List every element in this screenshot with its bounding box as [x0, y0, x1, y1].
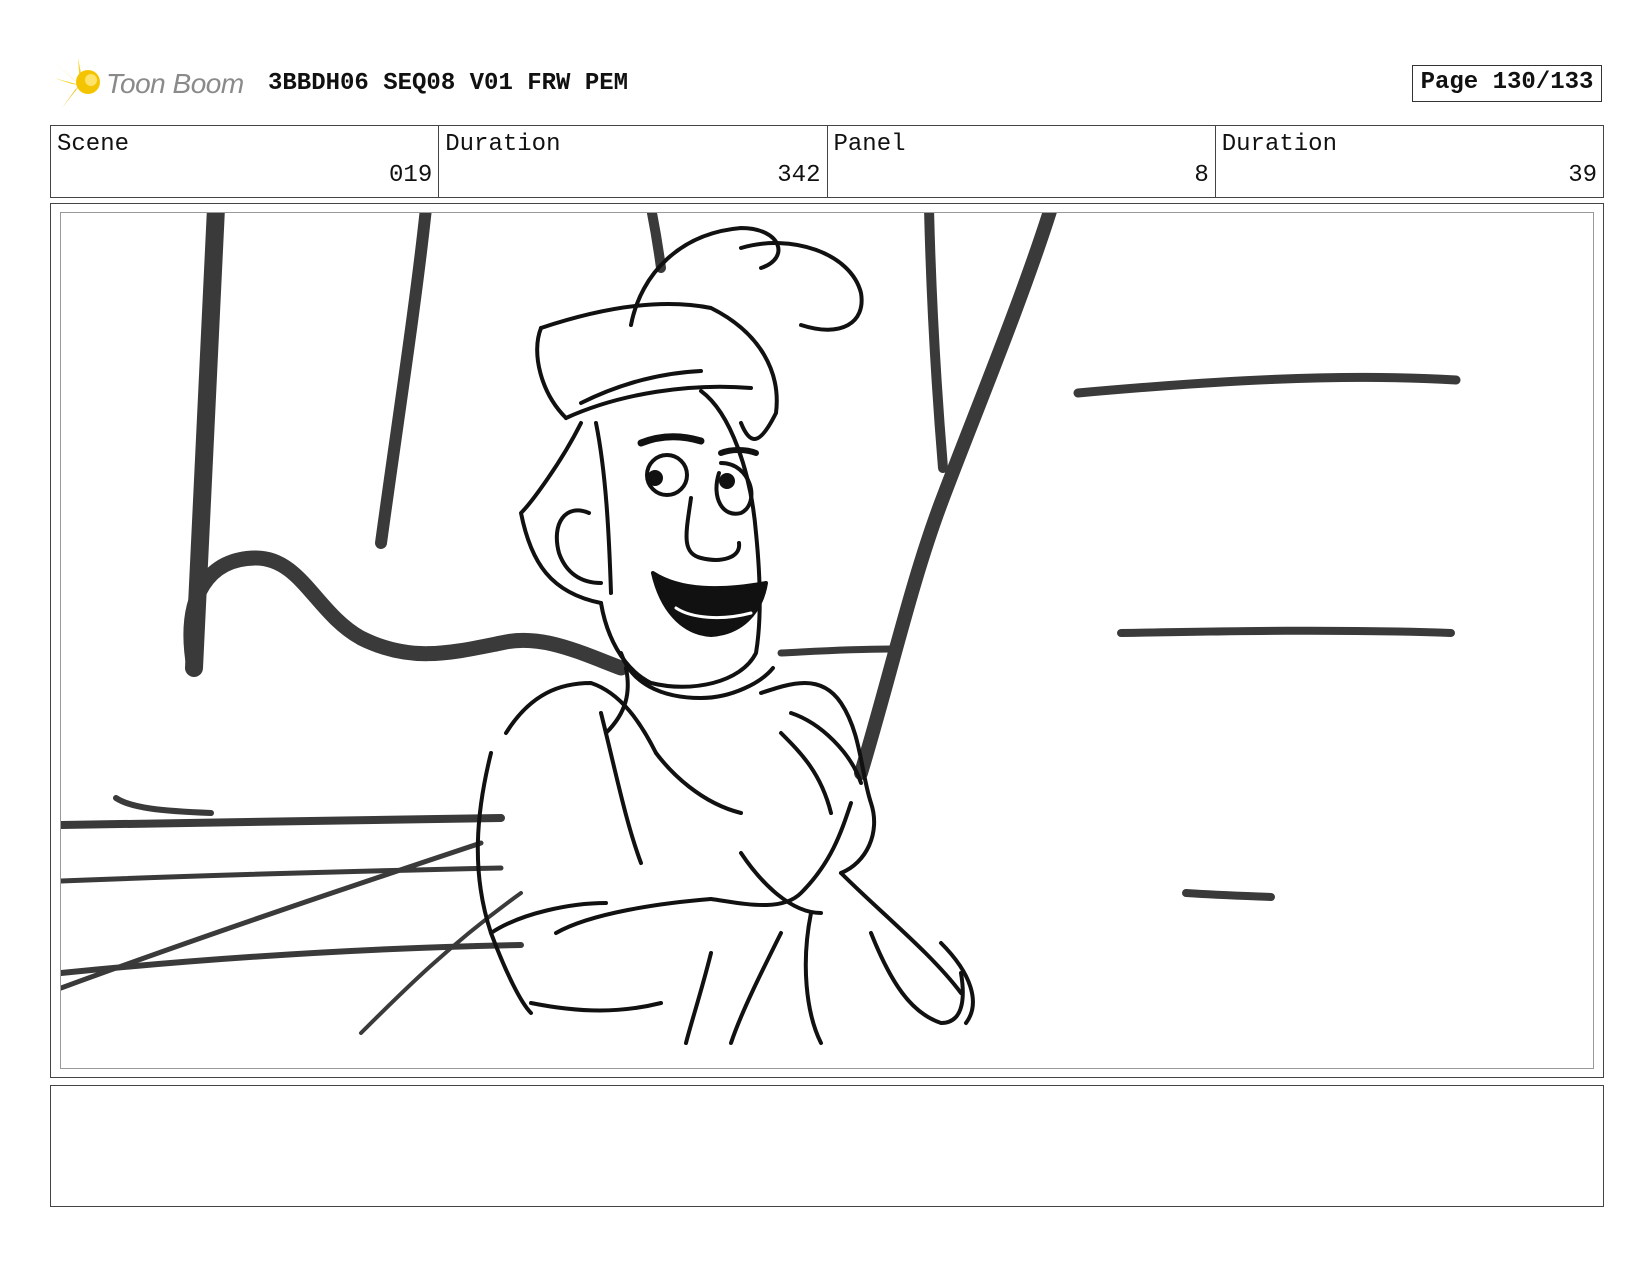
scene-duration-cell: Duration 342: [439, 126, 828, 197]
scene-duration-label: Duration: [445, 131, 561, 158]
scene-info-table: Scene 019 Duration 342 Panel 8 Duration …: [50, 125, 1604, 198]
panel-duration-value: 39: [1568, 162, 1597, 189]
panel-duration-cell: Duration 39: [1216, 126, 1603, 197]
storyboard-sketch: [61, 213, 1461, 1045]
scene-label: Scene: [57, 131, 130, 158]
panel-image: [60, 212, 1594, 1069]
toon-boom-logo: Toon Boom: [54, 58, 250, 112]
panel-notes: [50, 1085, 1604, 1207]
page-number: Page 130/133: [1412, 65, 1602, 102]
logo-wordmark: Toon Boom: [106, 68, 244, 99]
starburst-icon: [54, 58, 100, 108]
panel-value: 8: [1194, 162, 1209, 189]
scene-duration-value: 342: [777, 162, 821, 189]
panel-cell: Panel 8: [828, 126, 1216, 197]
panel-duration-label: Duration: [1221, 131, 1337, 158]
scene-cell: Scene 019: [51, 126, 440, 197]
scene-value: 019: [389, 162, 433, 189]
panel-label: Panel: [833, 131, 906, 158]
document-title: 3BBDH06 SEQ08 V01 FRW PEM: [268, 70, 629, 97]
